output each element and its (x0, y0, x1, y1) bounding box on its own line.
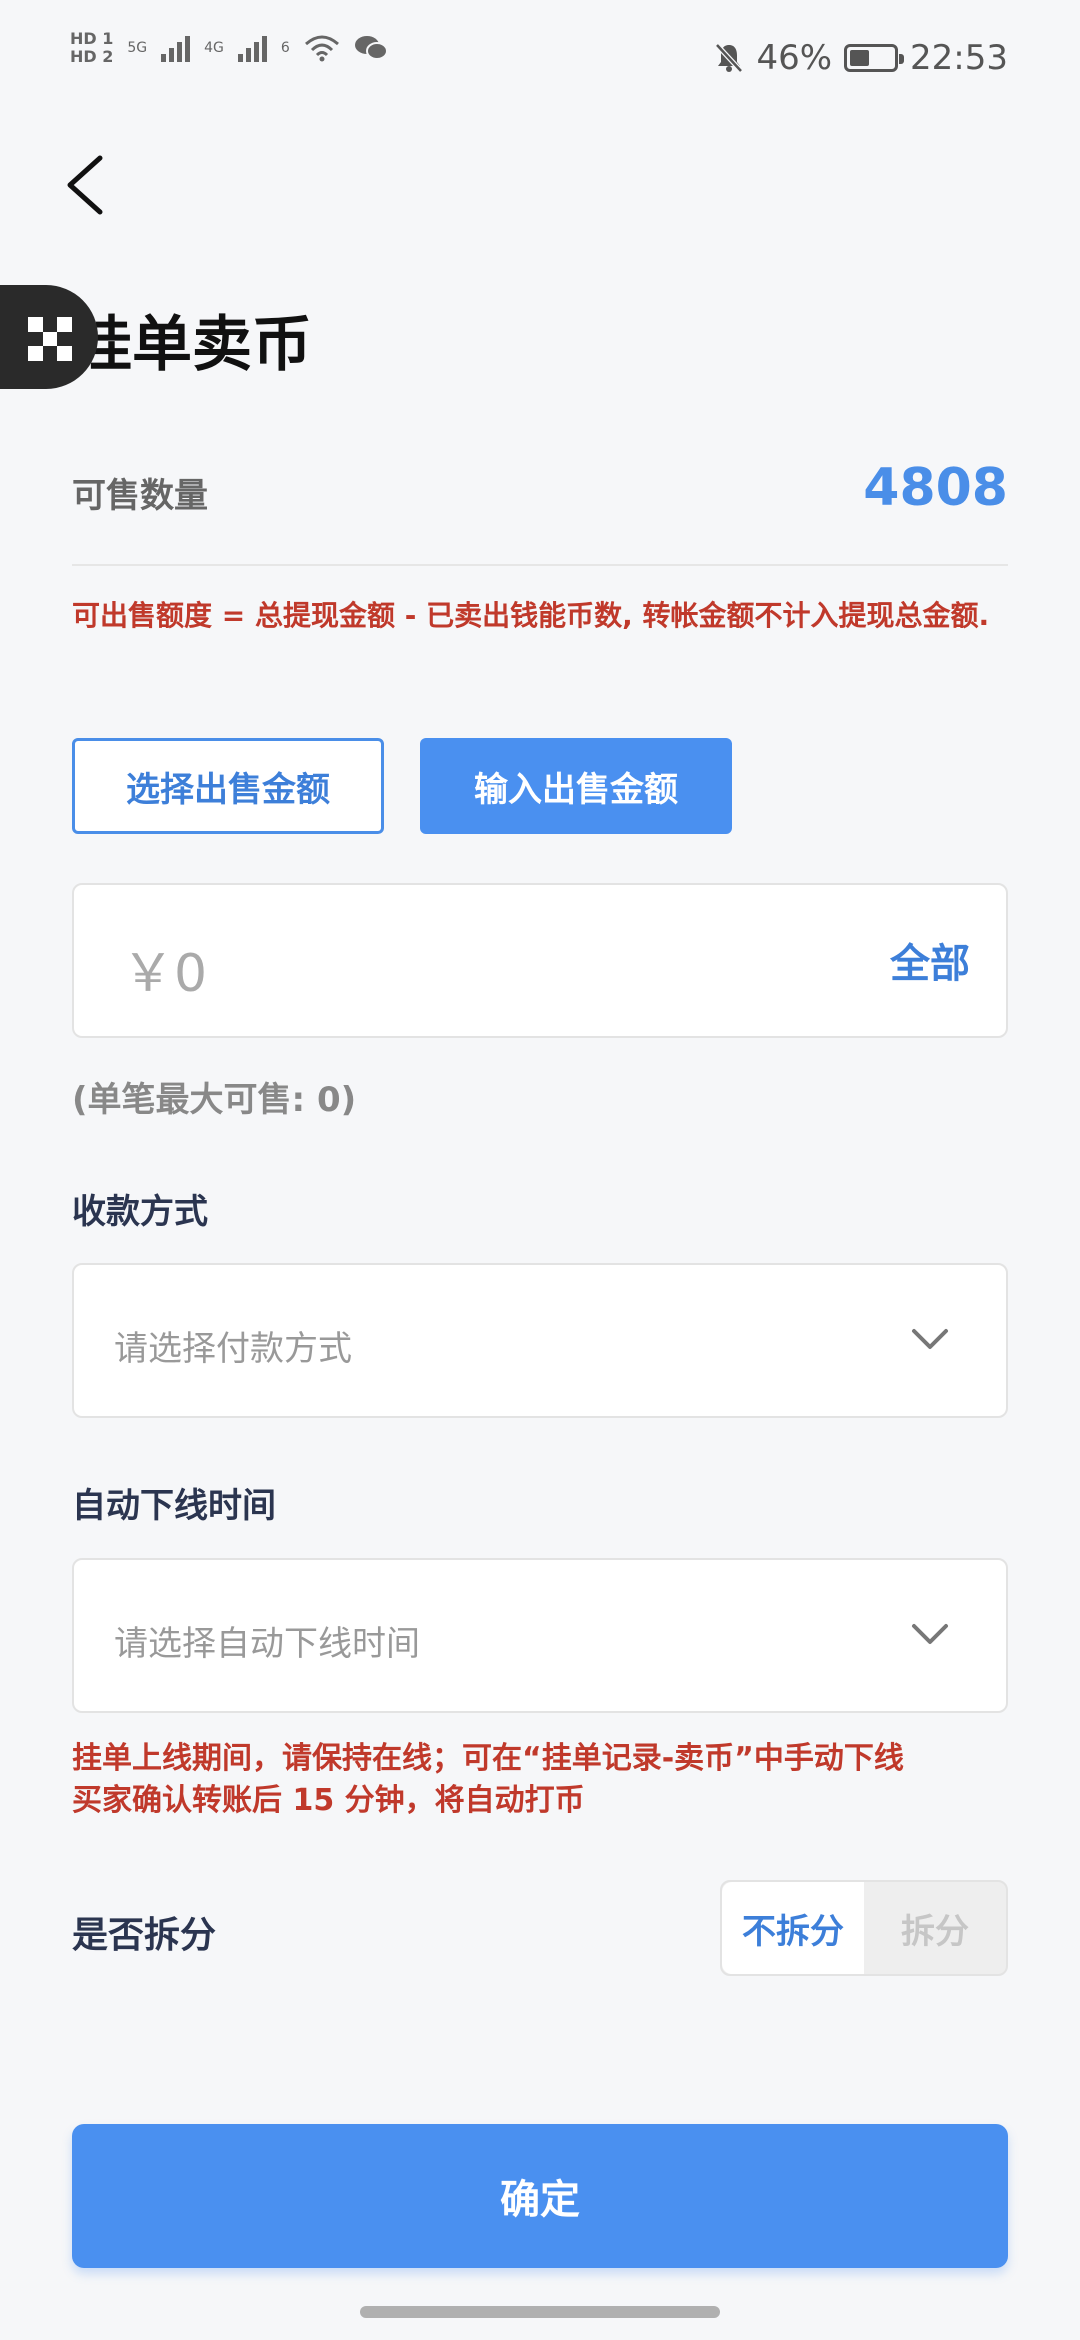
payment-method-placeholder: 请选择付款方式 (114, 1329, 352, 1369)
confirm-button[interactable]: 确定 (72, 2124, 1008, 2268)
available-quantity-row: 可售数量 4808 (72, 452, 1008, 566)
quota-note: 可出售额度 = 总提现金额 - 已卖出钱能币数, 转帐金额不计入提现总金额. (72, 599, 990, 632)
signal-icon (237, 34, 267, 62)
all-button[interactable]: 全部 (890, 931, 970, 989)
select-amount-button[interactable]: 选择出售金额 (72, 738, 384, 834)
split-toggle: 不拆分 拆分 (720, 1880, 1008, 1976)
battery-icon (844, 44, 905, 72)
status-left: HD 1 HD 2 5G 4G 6 (70, 30, 388, 66)
wechat-icon (354, 36, 388, 60)
hd2-label: HD 2 (70, 47, 114, 66)
chevron-down-icon (912, 1329, 948, 1349)
bell-off-icon (715, 43, 744, 73)
online-note-line1: 挂单上线期间，请保持在线；可在“挂单记录-卖币”中手动下线 (72, 1741, 904, 1776)
page-title: 挂单卖币 (72, 310, 312, 380)
grid-icon (28, 317, 72, 361)
chevron-left-icon (67, 155, 103, 215)
auto-offline-placeholder: 请选择自动下线时间 (114, 1624, 420, 1664)
auto-offline-select[interactable]: 请选择自动下线时间 (72, 1558, 1008, 1713)
no-split-option[interactable]: 不拆分 (722, 1882, 864, 1974)
amount-input[interactable]: ￥0 全部 (72, 883, 1008, 1038)
status-bar: HD 1 HD 2 5G 4G 6 46% 22:53 (0, 0, 1080, 120)
clock: 22:53 (910, 38, 1008, 78)
split-label: 是否拆分 (72, 1915, 217, 1956)
online-note: 挂单上线期间，请保持在线；可在“挂单记录-卖币”中手动下线 买家确认转账后 15… (72, 1738, 904, 1822)
chevron-down-icon (912, 1624, 948, 1644)
hd1-label: HD 1 (70, 29, 114, 48)
network-label-2: 4G (204, 40, 224, 56)
input-amount-button[interactable]: 输入出售金额 (420, 738, 732, 834)
status-right: 46% 22:53 (714, 38, 1008, 78)
battery-percent: 46% (756, 38, 833, 78)
home-indicator[interactable] (360, 2306, 720, 2318)
payment-method-select[interactable]: 请选择付款方式 (72, 1263, 1008, 1418)
battery-fill (850, 50, 870, 66)
online-note-line2: 买家确认转账后 15 分钟，将自动打币 (72, 1783, 585, 1818)
back-button[interactable] (60, 150, 120, 220)
network-label-1: 5G (127, 40, 148, 56)
split-option[interactable]: 拆分 (864, 1882, 1006, 1974)
hd-indicators: HD 1 HD 2 (70, 30, 113, 66)
payment-method-label: 收款方式 (72, 1192, 208, 1232)
amount-value: ￥0 (122, 944, 208, 1004)
wifi-badge: 6 (280, 40, 290, 56)
signal-icon (161, 34, 191, 62)
available-quantity-label: 可售数量 (72, 476, 208, 516)
max-sell-note: (单笔最大可售: 0) (72, 1080, 357, 1120)
auto-offline-label: 自动下线时间 (72, 1486, 276, 1526)
wifi-icon (304, 35, 339, 62)
available-quantity-value: 4808 (863, 458, 1008, 518)
